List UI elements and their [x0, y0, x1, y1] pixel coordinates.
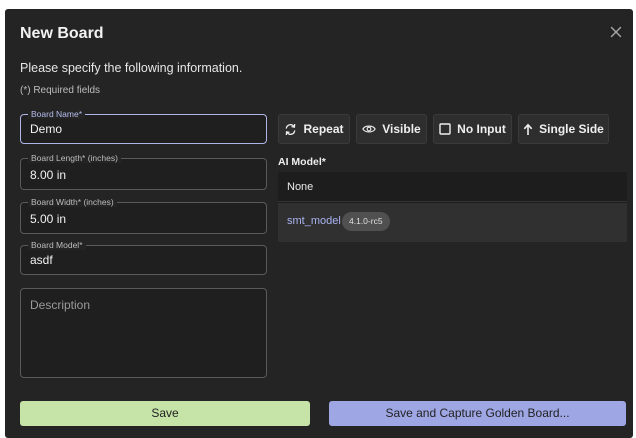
board-model-field[interactable]: Board Model* asdf — [20, 240, 267, 275]
repeat-toggle-button[interactable]: Repeat — [278, 114, 350, 144]
dialog-title: New Board — [20, 25, 104, 42]
board-width-field[interactable]: Board Width* (inches) 5.00 in — [20, 197, 267, 234]
model-option-none[interactable]: None — [278, 172, 627, 202]
close-icon[interactable] — [607, 23, 625, 41]
board-width-label: Board Width* (inches) — [28, 197, 117, 207]
eye-icon — [362, 123, 377, 135]
board-name-field[interactable]: Board Name* Demo — [20, 109, 267, 144]
save-and-capture-golden-board-button[interactable]: Save and Capture Golden Board... — [329, 401, 626, 426]
board-name-value: Demo — [30, 122, 63, 136]
visible-toggle-button[interactable]: Visible — [356, 114, 427, 144]
single-side-label: Single Side — [539, 122, 604, 136]
repeat-label: Repeat — [303, 122, 344, 136]
board-width-value: 5.00 in — [30, 212, 67, 226]
single-side-toggle-button[interactable]: Single Side — [518, 114, 609, 144]
description-field[interactable]: Description — [20, 288, 267, 378]
checkbox-empty-icon — [439, 123, 451, 135]
board-length-label: Board Length* (inches) — [28, 153, 121, 163]
repeat-icon — [284, 123, 297, 136]
required-fields-note: (*) Required fields — [20, 85, 101, 96]
board-length-value: 8.00 in — [30, 168, 67, 182]
arrow-up-icon — [523, 123, 533, 136]
board-name-label: Board Name* — [28, 109, 86, 119]
description-placeholder: Description — [30, 298, 91, 312]
model-version-badge: 4.1.0-rc5 — [342, 212, 390, 231]
dialog-subtitle: Please specify the following information… — [20, 61, 243, 75]
save-button[interactable]: Save — [20, 401, 310, 426]
model-name: smt_model — [287, 215, 341, 227]
ai-model-label: AI Model* — [278, 156, 326, 168]
board-length-field[interactable]: Board Length* (inches) 8.00 in — [20, 153, 267, 190]
no-input-toggle-button[interactable]: No Input — [433, 114, 512, 144]
no-input-label: No Input — [457, 122, 506, 136]
board-model-value: asdf — [30, 253, 53, 267]
model-option-smt-model[interactable]: smt_model 4.1.0-rc5 — [278, 203, 627, 242]
board-model-label: Board Model* — [28, 240, 86, 250]
new-board-dialog: New Board Please specify the following i… — [5, 9, 633, 438]
visible-label: Visible — [382, 122, 421, 136]
ai-model-list: None smt_model 4.1.0-rc5 — [278, 172, 627, 242]
